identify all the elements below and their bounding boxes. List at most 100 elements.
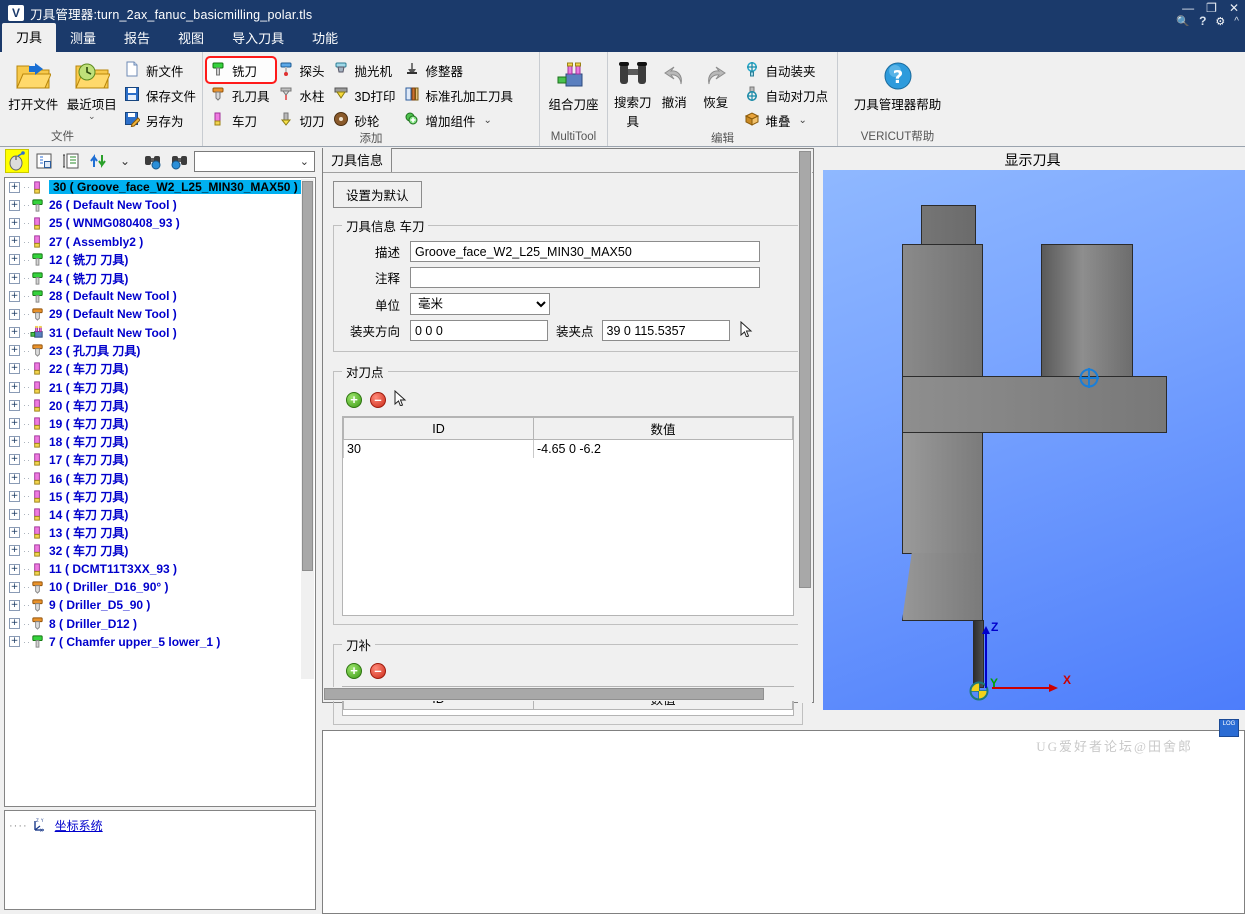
add-icon[interactable]: + <box>346 391 362 408</box>
form-vertical-scrollbar[interactable] <box>798 150 812 703</box>
tree-expand-icon[interactable]: + <box>9 217 20 229</box>
tree-expand-icon[interactable]: + <box>9 545 20 557</box>
find-next-icon[interactable] <box>167 149 191 173</box>
mouse-select-icon[interactable] <box>5 149 29 173</box>
unit-select[interactable]: 毫米 <box>410 293 550 315</box>
3d-viewport[interactable]: Z Y X <box>823 170 1245 710</box>
add-grinding-wheel-button[interactable]: 砂轮 <box>330 108 401 132</box>
tree-expand-icon[interactable]: + <box>9 618 20 630</box>
add-mill-tool-button[interactable]: 铣刀 <box>205 56 277 84</box>
add-icon[interactable]: + <box>346 663 362 679</box>
gauge-point-table[interactable]: ID 数值 30 -4.65 0 -6.2 <box>342 416 794 616</box>
recent-projects-button[interactable]: 最近项目 ⌄ <box>63 58 122 121</box>
list-detail-icon[interactable] <box>32 149 56 173</box>
tree-item-11[interactable]: + ·· 11 ( DCMT11T3XX_93 ) <box>5 560 315 578</box>
description-input[interactable] <box>410 241 760 262</box>
tree-expand-icon[interactable]: + <box>9 236 20 248</box>
minimize-button[interactable]: — <box>1182 2 1194 14</box>
form-vscrollbar-thumb[interactable] <box>799 151 811 588</box>
mount-point-input[interactable] <box>601 320 730 341</box>
menu-item-tools[interactable]: 刀具 <box>2 23 57 52</box>
tree-item-26[interactable]: + ·· 26 ( Default New Tool ) <box>5 196 315 214</box>
add-hole-tool-button[interactable]: 孔刀具 <box>207 83 275 107</box>
add-3dprint-button[interactable]: 3D打印 <box>330 83 401 107</box>
table-row[interactable]: 30 -4.65 0 -6.2 <box>343 439 793 458</box>
stack-button[interactable]: 堆叠 ⌄ <box>741 108 834 132</box>
tab-tool-info[interactable]: 刀具信息 <box>323 148 393 172</box>
redo-button[interactable]: 恢复 <box>695 58 737 111</box>
coordinate-system-item[interactable]: ···· ZYX 坐标系统 <box>9 817 311 834</box>
tree-item-16[interactable]: + ·· 16 ( 车刀 刀具) <box>5 469 315 487</box>
maximize-button[interactable]: ❐ <box>1206 2 1217 14</box>
tree-item-22[interactable]: + ·· 22 ( 车刀 刀具) <box>5 360 315 378</box>
mount-direction-input[interactable] <box>410 320 548 341</box>
tree-expand-icon[interactable]: + <box>9 272 20 284</box>
search-tool-button[interactable]: 搜索刀具 <box>612 58 654 130</box>
collapse-ribbon-icon[interactable]: ^ <box>1234 16 1239 27</box>
tree-expand-icon[interactable]: + <box>9 290 20 302</box>
auto-clamp-button[interactable]: 自动装夹 <box>741 58 834 82</box>
tree-item-27[interactable]: + ·· 27 ( Assembly2 ) <box>5 233 315 251</box>
add-waterjet-button[interactable]: 水柱 <box>275 83 330 107</box>
add-turn-tool-button[interactable]: 车刀 <box>207 108 275 132</box>
tree-expand-icon[interactable]: + <box>9 454 20 466</box>
tree-item-12[interactable]: + ·· 12 ( 铣刀 刀具) <box>5 251 315 269</box>
tree-expand-icon[interactable]: + <box>9 327 20 339</box>
tree-scrollbar[interactable] <box>301 179 314 679</box>
tree-item-21[interactable]: + ·· 21 ( 车刀 刀具) <box>5 378 315 396</box>
tree-expand-icon[interactable]: + <box>9 199 20 211</box>
tree-item-30[interactable]: + ·· 30 ( Groove_face_W2_L25_MIN30_MAX50 ) <box>5 178 315 196</box>
tree-expand-icon[interactable]: + <box>9 381 20 393</box>
tree-expand-icon[interactable]: + <box>9 418 20 430</box>
tree-item-29[interactable]: + ·· 29 ( Default New Tool ) <box>5 305 315 323</box>
tree-expand-icon[interactable]: + <box>9 490 20 502</box>
tree-item-31[interactable]: + ·· 31 ( Default New Tool ) <box>5 324 315 342</box>
remove-icon[interactable]: – <box>370 391 386 408</box>
undo-button[interactable]: 撤消 <box>654 58 696 111</box>
form-hscrollbar-thumb[interactable] <box>324 688 764 700</box>
tree-item-19[interactable]: + ·· 19 ( 车刀 刀具) <box>5 414 315 432</box>
tree-expand-icon[interactable]: + <box>9 345 20 357</box>
tree-item-23[interactable]: + ·· 23 ( 孔刀具 刀具) <box>5 342 315 360</box>
tree-item-28[interactable]: + ·· 28 ( Default New Tool ) <box>5 287 315 305</box>
tree-item-10[interactable]: + ·· 10 ( Driller_D16_90° ) <box>5 578 315 596</box>
new-file-button[interactable]: 新文件 <box>121 58 189 82</box>
menu-item-view[interactable]: 视图 <box>164 24 218 52</box>
save-file-button[interactable]: 保存文件 <box>121 83 201 107</box>
tree-item-8[interactable]: + ·· 8 ( Driller_D12 ) <box>5 615 315 633</box>
tree-scrollbar-thumb[interactable] <box>302 181 313 571</box>
tree-filter-combo[interactable]: ⌄ <box>194 150 315 172</box>
tree-item-9[interactable]: + ·· 9 ( Driller_D5_90 ) <box>5 596 315 614</box>
chevron-down-icon[interactable]: ⌄ <box>300 155 309 168</box>
multitool-holder-button[interactable]: 组合刀座 <box>544 58 603 113</box>
remove-icon[interactable]: – <box>370 663 386 679</box>
add-dresser-button[interactable]: 修整器 <box>401 58 519 82</box>
tool-tree[interactable]: + ·· 30 ( Groove_face_W2_L25_MIN30_MAX50 )… <box>4 177 316 807</box>
tree-expand-icon[interactable]: + <box>9 181 20 193</box>
tree-item-15[interactable]: + ·· 15 ( 车刀 刀具) <box>5 487 315 505</box>
tree-expand-icon[interactable]: + <box>9 636 20 648</box>
chevron-down-icon[interactable]: ⌄ <box>113 149 137 173</box>
chevron-down-icon[interactable]: ⌄ <box>484 115 492 126</box>
tree-item-7[interactable]: + ·· 7 ( Chamfer upper_5 lower_1 ) <box>5 633 315 651</box>
tool-manager-help-button[interactable]: ? 刀具管理器帮助 <box>843 58 953 113</box>
tree-expand-icon[interactable]: + <box>9 472 20 484</box>
tree-expand-icon[interactable]: + <box>9 581 20 593</box>
add-probe-button[interactable]: 探头 <box>275 58 330 82</box>
add-polisher-button[interactable]: 抛光机 <box>330 58 401 82</box>
tree-expand-icon[interactable]: + <box>9 363 20 375</box>
close-button[interactable]: ✕ <box>1229 2 1239 14</box>
menu-item-report[interactable]: 报告 <box>110 24 164 52</box>
tree-expand-icon[interactable]: + <box>9 308 20 320</box>
add-standard-hole-tool-button[interactable]: 标准孔加工刀具 <box>401 83 519 107</box>
comment-input[interactable] <box>410 267 760 288</box>
tree-item-24[interactable]: + ·· 24 ( 铣刀 刀具) <box>5 269 315 287</box>
tree-item-13[interactable]: + ·· 13 ( 车刀 刀具) <box>5 524 315 542</box>
open-file-button[interactable]: 打开文件 <box>4 58 63 113</box>
tree-expand-icon[interactable]: + <box>9 527 20 539</box>
menu-item-measure[interactable]: 测量 <box>56 24 110 52</box>
tree-expand-icon[interactable]: + <box>9 508 20 520</box>
tree-expand-icon[interactable]: + <box>9 436 20 448</box>
form-horizontal-scrollbar[interactable] <box>324 687 801 701</box>
chevron-down-icon[interactable]: ⌄ <box>88 112 96 121</box>
